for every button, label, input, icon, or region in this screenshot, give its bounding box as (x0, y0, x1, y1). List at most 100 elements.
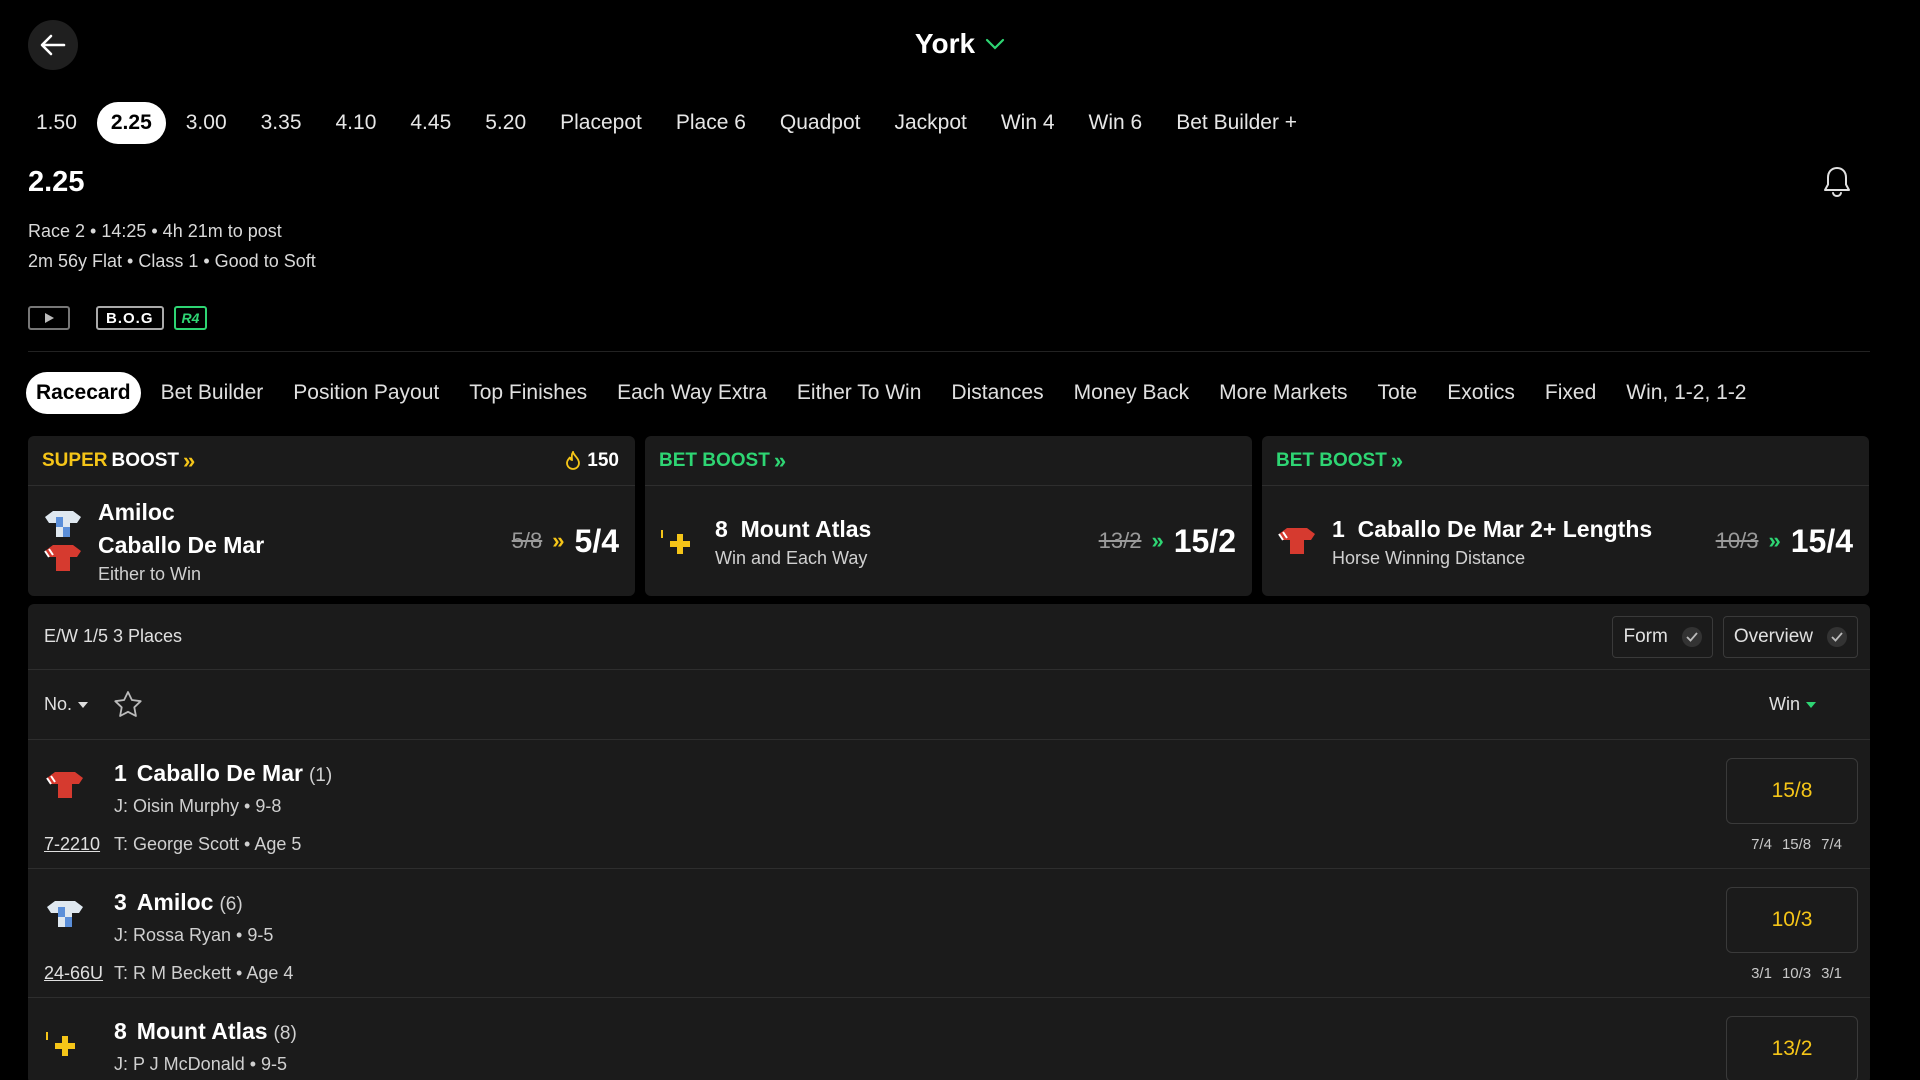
watch-live-button[interactable] (28, 306, 70, 330)
price-history-item: 15/8 (1781, 836, 1812, 853)
race-title: 2.25 (28, 166, 85, 198)
boost-selection: 8 Mount Atlas Win and Each Way (715, 513, 1099, 570)
double-chevron-icon: » (552, 528, 565, 553)
caret-down-icon (78, 701, 89, 708)
price-history-item: 10/3 (1781, 965, 1812, 982)
tab-top-finishes[interactable]: Top Finishes (459, 372, 597, 414)
race-time-tab[interactable]: 3.35 (247, 102, 316, 144)
play-icon (45, 313, 54, 323)
race-time-tab[interactable]: Win 4 (987, 102, 1069, 144)
tab-tote[interactable]: Tote (1368, 372, 1428, 414)
new-odds[interactable]: 15/4 (1791, 523, 1853, 560)
star-icon[interactable] (112, 689, 144, 721)
silk (44, 1028, 86, 1063)
double-chevron-icon: » (773, 447, 787, 473)
tab-fixed[interactable]: Fixed (1535, 372, 1606, 414)
boost-body: 8 Mount Atlas Win and Each Way 13/2 » 15… (645, 486, 1252, 596)
runner-trainer: T: George Scott • Age 5 (114, 834, 302, 854)
price-history-item: 3/1 (1751, 965, 1772, 982)
silk-yellow-icon (661, 530, 690, 554)
runner-title[interactable]: 1 Caballo De Mar (1) (114, 760, 332, 787)
race-time-tab[interactable]: 4.45 (396, 102, 465, 144)
super-boost-card[interactable]: SUPER BOOST » 150 Amiloc Caballo De Mar … (28, 436, 635, 596)
price-button[interactable]: 13/2 (1726, 1016, 1858, 1080)
each-way-row: E/W 1/5 3 Places Form Overview (28, 604, 1870, 670)
runner-title[interactable]: 8 Mount Atlas (8) (114, 1018, 297, 1045)
bell-icon[interactable] (1822, 165, 1852, 199)
tab-position-payout[interactable]: Position Payout (283, 372, 449, 414)
bet-boost-card[interactable]: BET BOOST » 1 Caballo De Mar 2+ Lengths … (1262, 436, 1869, 596)
race-time-tab[interactable]: 5.20 (471, 102, 540, 144)
tab-racecard[interactable]: Racecard (26, 372, 141, 414)
boost-market: Horse Winning Distance (1332, 547, 1526, 568)
flame-icon (566, 450, 581, 470)
price-header: Win (1769, 694, 1800, 714)
price-type-dropdown[interactable]: Win (1769, 694, 1816, 715)
old-odds: 10/3 (1715, 528, 1759, 553)
boost-market: Win and Each Way (715, 547, 868, 568)
selection-line-1: Amiloc (98, 499, 175, 525)
runner-form-link[interactable]: 7-2210 (44, 834, 100, 855)
boost-header: BET BOOST » (1262, 436, 1869, 486)
runner-list: 1 Caballo De Mar (1) J: Oisin Murphy • 9-8 7… (28, 740, 1870, 1080)
selection-name: 8 Mount Atlas (715, 513, 1099, 546)
runner-name: Caballo De Mar (136, 760, 303, 786)
runner-jockey: J: Oisin Murphy • 9-8 (114, 796, 282, 816)
race-meta: Race 2 • 14:25 • 4h 21m to post 2m 56y F… (28, 216, 316, 276)
runner-trainer: T: R M Beckett • Age 4 (114, 963, 294, 983)
race-time-tab[interactable]: 2.25 (96, 102, 166, 144)
tab-money-back[interactable]: Money Back (1064, 372, 1200, 414)
runner-draw: (8) (273, 1023, 297, 1044)
runner-draw: (1) (308, 765, 333, 786)
tab-win-1-2-1-2[interactable]: Win, 1-2, 1-2 (1616, 372, 1756, 414)
race-time-tab[interactable]: Quadpot (766, 102, 875, 144)
double-chevron-icon: » (1768, 528, 1781, 553)
runner-number: 1 (1332, 515, 1345, 542)
racecard-page: York 1.50 2.25 3.00 3.35 4.10 4.45 5.20 Placepo… (0, 0, 1920, 1080)
silk-blue-icon (45, 511, 81, 537)
bet-boost-card[interactable]: BET BOOST » 8 Mount Atlas Win and Each W… (645, 436, 1252, 596)
race-time-tab[interactable]: 3.00 (172, 102, 241, 144)
price-button[interactable]: 15/8 (1726, 758, 1858, 824)
runner-title[interactable]: 3 Amiloc (6) (114, 889, 243, 916)
old-odds: 13/2 (1098, 528, 1142, 553)
price-history-item: 7/4 (1751, 836, 1772, 853)
old-odds: 5/8 (511, 528, 543, 553)
caret-down-icon (1806, 701, 1816, 708)
sort-row: No. Win (28, 670, 1870, 740)
runner-row: 8 Mount Atlas (8) J: P J McDonald • 9-5 13/2 (28, 998, 1870, 1080)
race-time-tab[interactable]: Jackpot (880, 102, 980, 144)
race-time-tab[interactable]: Win 6 (1075, 102, 1157, 144)
race-time-tab[interactable]: Placepot (546, 102, 656, 144)
price-history: 3/1 10/3 3/1 (1751, 965, 1842, 982)
new-odds[interactable]: 5/4 (575, 523, 619, 560)
boost-word: BOOST (111, 449, 180, 471)
sort-number-dropdown[interactable]: No. (44, 694, 89, 715)
price-history: 7/4 15/8 7/4 (1751, 836, 1842, 853)
tab-each-way-extra[interactable]: Each Way Extra (607, 372, 777, 414)
tab-exotics[interactable]: Exotics (1437, 372, 1525, 414)
runner-form-link[interactable]: 24-66U (44, 963, 103, 984)
tab-either-to-win[interactable]: Either To Win (787, 372, 932, 414)
each-way-terms: E/W 1/5 3 Places (44, 626, 183, 646)
silk-red-icon (46, 772, 83, 798)
runner-name: Caballo De Mar 2+ Lengths (1357, 515, 1653, 542)
price-button[interactable]: 10/3 (1726, 887, 1858, 953)
venue-selector[interactable]: York (0, 28, 1920, 60)
race-time-tab[interactable]: 4.10 (322, 102, 391, 144)
r4-badge: R4 (173, 306, 208, 330)
form-toggle[interactable]: Form (1612, 615, 1713, 658)
bog-badge: B.O.G (96, 306, 164, 330)
race-meta-line1: Race 2 • 14:25 • 4h 21m to post (28, 221, 282, 241)
tab-distances[interactable]: Distances (941, 372, 1053, 414)
race-time-tab[interactable]: 1.50 (22, 102, 91, 144)
new-odds[interactable]: 15/2 (1174, 523, 1236, 560)
boost-header: BET BOOST » (645, 436, 1252, 486)
tab-bet-builder[interactable]: Bet Builder (151, 372, 274, 414)
race-time-tab[interactable]: Bet Builder + (1162, 102, 1311, 144)
tab-more-markets[interactable]: More Markets (1209, 372, 1357, 414)
race-time-tab[interactable]: Place 6 (662, 102, 760, 144)
runner-number: 3 (114, 889, 127, 915)
overview-toggle[interactable]: Overview (1722, 615, 1858, 658)
silks-stack (42, 509, 84, 573)
